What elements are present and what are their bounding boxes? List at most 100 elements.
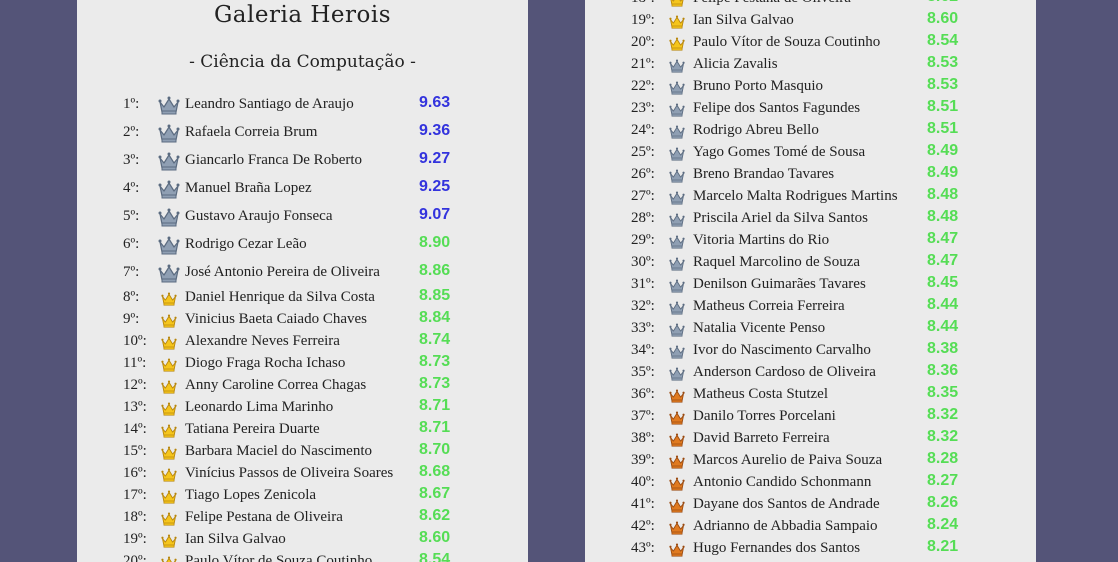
silver-crown-icon [669,191,685,205]
rank-label: 33º: [631,320,655,336]
rank-label: 16º: [123,465,147,481]
student-name: Felipe Pestana de Oliveira [693,0,851,7]
gold-crown-icon [161,468,177,482]
silver-crown-icon [158,124,180,143]
bronze-crown-icon [669,411,685,425]
ranking-row: 8º: Daniel Henrique da Silva Costa 8.85 [77,287,528,311]
ranking-row: 18º: Felipe Pestana de Oliveira 8.62 [585,0,1036,12]
silver-crown-icon [158,180,180,199]
student-name: Alicia Zavalis [693,56,778,72]
gold-crown-icon [161,490,177,504]
rank-label: 40º: [631,474,655,490]
rank-label: 26º: [631,166,655,182]
ranking-row: 10º: Alexandre Neves Ferreira 8.74 [77,331,528,355]
score-value: 8.26 [927,494,959,511]
score-value: 8.49 [927,142,959,159]
ranking-row: 39º: Marcos Aurelio de Paiva Souza 8.28 [585,450,1036,474]
score-value: 8.62 [419,507,451,524]
score-value: 8.51 [927,98,959,115]
gold-crown-icon [669,0,685,7]
ranking-row: 24º: Rodrigo Abreu Bello 8.51 [585,120,1036,144]
gold-crown-icon [161,292,177,306]
ranking-row: 17º: Tiago Lopes Zenicola 8.67 [77,485,528,509]
silver-crown-icon [669,169,685,183]
rank-label: 5º: [123,208,140,224]
rank-label: 18º: [123,509,147,525]
score-value: 8.84 [419,309,451,326]
score-value: 8.45 [927,274,959,291]
silver-crown-icon [669,323,685,337]
student-name: Vinicius Baeta Caiado Chaves [185,311,367,327]
student-name: Marcelo Malta Rodrigues Martins [693,188,898,204]
gold-crown-icon [161,424,177,438]
rank-label: 6º: [123,236,140,252]
student-name: Tatiana Pereira Duarte [185,421,320,437]
rank-label: 28º: [631,210,655,226]
score-value: 8.60 [927,10,959,27]
ranking-row: 22º: Bruno Porto Masquio 8.53 [585,76,1036,100]
ranking-row: 11º: Diogo Fraga Rocha Ichaso 8.73 [77,353,528,377]
ranking-row: 7º: José Antonio Pereira de Oliveira 8.86 [77,262,528,286]
score-value: 8.73 [419,375,451,392]
page-subtitle: - Ciência da Computação - [189,52,416,72]
ranking-row: 6º: Rodrigo Cezar Leão 8.90 [77,234,528,258]
ranking-row: 27º: Marcelo Malta Rodrigues Martins 8.48 [585,186,1036,210]
ranking-row: 19º: Ian Silva Galvao 8.60 [77,529,528,553]
score-value: 8.28 [927,450,959,467]
student-name: Antonio Candido Schonmann [693,474,872,490]
silver-crown-icon [669,59,685,73]
rank-label: 23º: [631,100,655,116]
silver-crown-icon [158,264,180,283]
gold-crown-icon [669,37,685,51]
score-value: 8.70 [419,441,451,458]
ranking-row: 23º: Felipe dos Santos Fagundes 8.51 [585,98,1036,122]
rank-label: 43º: [631,540,655,556]
student-name: Priscila Ariel da Silva Santos [693,210,868,226]
ranking-row: 40º: Antonio Candido Schonmann 8.27 [585,472,1036,496]
rank-label: 18º: [631,0,661,7]
ranking-row: 20º: Paulo Vítor de Souza Coutinho 8.54 [585,32,1036,56]
score-value: 8.47 [927,252,959,269]
gold-crown-icon [161,358,177,372]
student-name: Rodrigo Cezar Leão [185,236,307,252]
score-value: 8.38 [927,340,959,357]
score-value: 8.60 [419,529,451,546]
score-value: 8.68 [419,463,451,480]
student-name: Diogo Fraga Rocha Ichaso [185,355,346,371]
score-value: 8.54 [927,32,959,49]
rank-label: 15º: [123,443,147,459]
right-ranking-panel: 18º: Felipe Pestana de Oliveira 8.62 19º: Ia… [585,0,1036,562]
score-value: 9.63 [419,94,451,111]
student-name: Leandro Santiago de Araujo [185,96,354,112]
silver-crown-icon [669,279,685,293]
student-name: Ian Silva Galvao [185,531,286,547]
score-value: 8.36 [927,362,959,379]
rank-label: 9º: [123,311,140,327]
score-value: 8.90 [419,234,451,251]
ranking-row: 14º: Tatiana Pereira Duarte 8.71 [77,419,528,443]
silver-crown-icon [669,125,685,139]
score-value: 9.07 [419,206,451,223]
rank-label: 41º: [631,496,655,512]
score-value: 9.27 [419,150,451,167]
score-value: 8.32 [927,406,959,423]
gold-crown-icon [161,336,177,350]
bronze-crown-icon [669,521,685,535]
left-ranking-panel: Galeria Herois - Ciência da Computação -… [77,0,528,562]
student-name: Yago Gomes Tomé de Sousa [693,144,866,160]
score-value: 9.36 [419,122,451,139]
silver-crown-icon [669,103,685,117]
rank-label: 1º: [123,96,140,112]
rank-label: 4º: [123,180,140,196]
silver-crown-icon [158,152,180,171]
student-name: Marcos Aurelio de Paiva Souza [693,452,883,468]
ranking-row: 29º: Vitoria Martins do Rio 8.47 [585,230,1036,254]
rank-label: 27º: [631,188,655,204]
score-value: 8.73 [419,353,451,370]
rank-label: 42º: [631,518,655,534]
rank-label: 7º: [123,264,140,280]
ranking-row: 32º: Matheus Correia Ferreira 8.44 [585,296,1036,320]
silver-crown-icon [669,257,685,271]
student-name: Leonardo Lima Marinho [185,399,334,415]
score-value: 8.86 [419,262,451,279]
